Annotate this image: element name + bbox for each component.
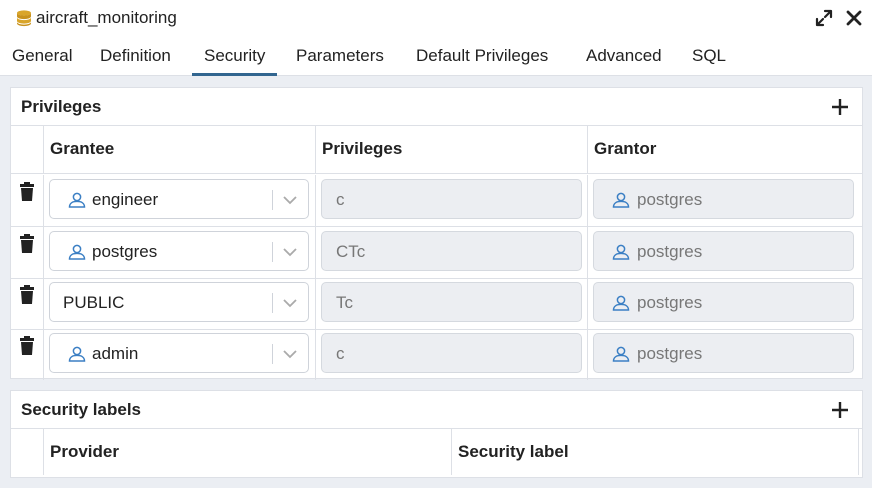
user-icon xyxy=(68,192,86,212)
tab-definition[interactable]: Definition xyxy=(88,37,183,76)
privileges-field[interactable]: c xyxy=(321,179,582,219)
grantor-field: postgres xyxy=(593,179,854,219)
column-header-security-label: Security label xyxy=(451,429,859,475)
add-privilege-button[interactable] xyxy=(830,97,850,117)
privileges-panel: Privileges Grantee Privileges Grantor en… xyxy=(10,87,863,381)
privileges-value: c xyxy=(336,344,345,363)
delete-row-icon[interactable] xyxy=(19,285,35,305)
chevron-down-icon[interactable] xyxy=(282,347,298,365)
tab-advanced[interactable]: Advanced xyxy=(574,37,674,76)
grantor-field: postgres xyxy=(593,231,854,271)
grantor-value: postgres xyxy=(637,344,703,363)
user-icon xyxy=(612,192,630,212)
select-separator xyxy=(272,344,273,364)
column-header-provider: Provider xyxy=(43,429,451,475)
select-separator xyxy=(272,242,273,262)
privilege-row: admin c postgres xyxy=(11,329,862,381)
user-icon xyxy=(612,346,630,366)
grantee-select[interactable]: engineer xyxy=(49,179,309,219)
delete-row-icon[interactable] xyxy=(19,336,35,356)
privileges-cell: CTc xyxy=(315,227,587,278)
security-labels-title: Security labels xyxy=(21,400,142,419)
privileges-value: CTc xyxy=(336,242,366,261)
privilege-row: PUBLIC Tc postgres xyxy=(11,278,862,330)
grantee-value: PUBLIC xyxy=(63,293,125,312)
tab-general[interactable]: General xyxy=(0,37,84,76)
privileges-field[interactable]: Tc xyxy=(321,282,582,322)
grantee-cell: postgres xyxy=(43,227,315,278)
privilege-row: engineer c postgres xyxy=(11,175,862,227)
user-icon xyxy=(68,244,86,264)
close-icon[interactable] xyxy=(844,8,864,28)
user-icon xyxy=(68,346,86,366)
grantee-value: engineer xyxy=(92,190,159,209)
select-separator xyxy=(272,293,273,313)
select-separator xyxy=(272,190,273,210)
grantee-value: admin xyxy=(92,344,139,363)
grantor-cell: postgres xyxy=(587,227,859,278)
tab-sql[interactable]: SQL xyxy=(680,37,738,76)
security-labels-header: Security labels xyxy=(11,391,862,429)
chevron-down-icon[interactable] xyxy=(282,296,298,314)
privilege-row: postgres CTc postgres xyxy=(11,227,862,279)
title-bar: aircraft_monitoring xyxy=(0,0,872,37)
user-icon xyxy=(612,295,630,315)
database-icon xyxy=(15,9,33,31)
column-header-grantee: Grantee xyxy=(43,126,315,174)
privileges-field[interactable]: CTc xyxy=(321,231,582,271)
grantor-value: postgres xyxy=(637,293,703,312)
grantor-cell: postgres xyxy=(587,175,859,226)
privileges-value: Tc xyxy=(336,293,353,312)
privileges-cell: c xyxy=(315,175,587,226)
grantee-cell: admin xyxy=(43,329,315,380)
tab-parameters[interactable]: Parameters xyxy=(284,37,396,76)
grantor-field: postgres xyxy=(593,333,854,373)
privileges-grid-header: Grantee Privileges Grantor xyxy=(11,126,862,174)
security-labels-panel: Security labels Provider Security label xyxy=(10,390,863,478)
grantee-select[interactable]: admin xyxy=(49,333,309,373)
grantor-field: postgres xyxy=(593,282,854,322)
add-security-label-button[interactable] xyxy=(830,400,850,420)
window-title: aircraft_monitoring xyxy=(36,8,177,27)
grantee-cell: PUBLIC xyxy=(43,278,315,329)
column-header-privileges: Privileges xyxy=(315,126,587,174)
grantor-cell: postgres xyxy=(587,329,859,380)
tab-security[interactable]: Security xyxy=(192,37,278,76)
grantor-value: postgres xyxy=(637,190,703,209)
privileges-value: c xyxy=(336,190,345,209)
privileges-cell: Tc xyxy=(315,278,587,329)
grantee-value: postgres xyxy=(92,242,158,261)
privileges-title: Privileges xyxy=(21,97,102,116)
chevron-down-icon[interactable] xyxy=(282,193,298,211)
tab-bar: General Definition Security Parameters D… xyxy=(0,37,872,76)
privileges-cell: c xyxy=(315,329,587,380)
user-icon xyxy=(612,244,630,264)
privileges-field[interactable]: c xyxy=(321,333,582,373)
tab-default-privileges[interactable]: Default Privileges xyxy=(404,37,560,76)
chevron-down-icon[interactable] xyxy=(282,245,298,263)
expand-icon[interactable] xyxy=(814,8,834,28)
grantee-cell: engineer xyxy=(43,175,315,226)
grantee-select[interactable]: postgres xyxy=(49,231,309,271)
grantee-select[interactable]: PUBLIC xyxy=(49,282,309,322)
delete-row-icon[interactable] xyxy=(19,182,35,202)
grantor-value: postgres xyxy=(637,242,703,261)
security-labels-grid-header: Provider Security label xyxy=(11,429,862,475)
grantor-cell: postgres xyxy=(587,278,859,329)
delete-row-icon[interactable] xyxy=(19,234,35,254)
column-header-grantor: Grantor xyxy=(587,126,859,174)
privileges-header: Privileges xyxy=(11,88,862,126)
